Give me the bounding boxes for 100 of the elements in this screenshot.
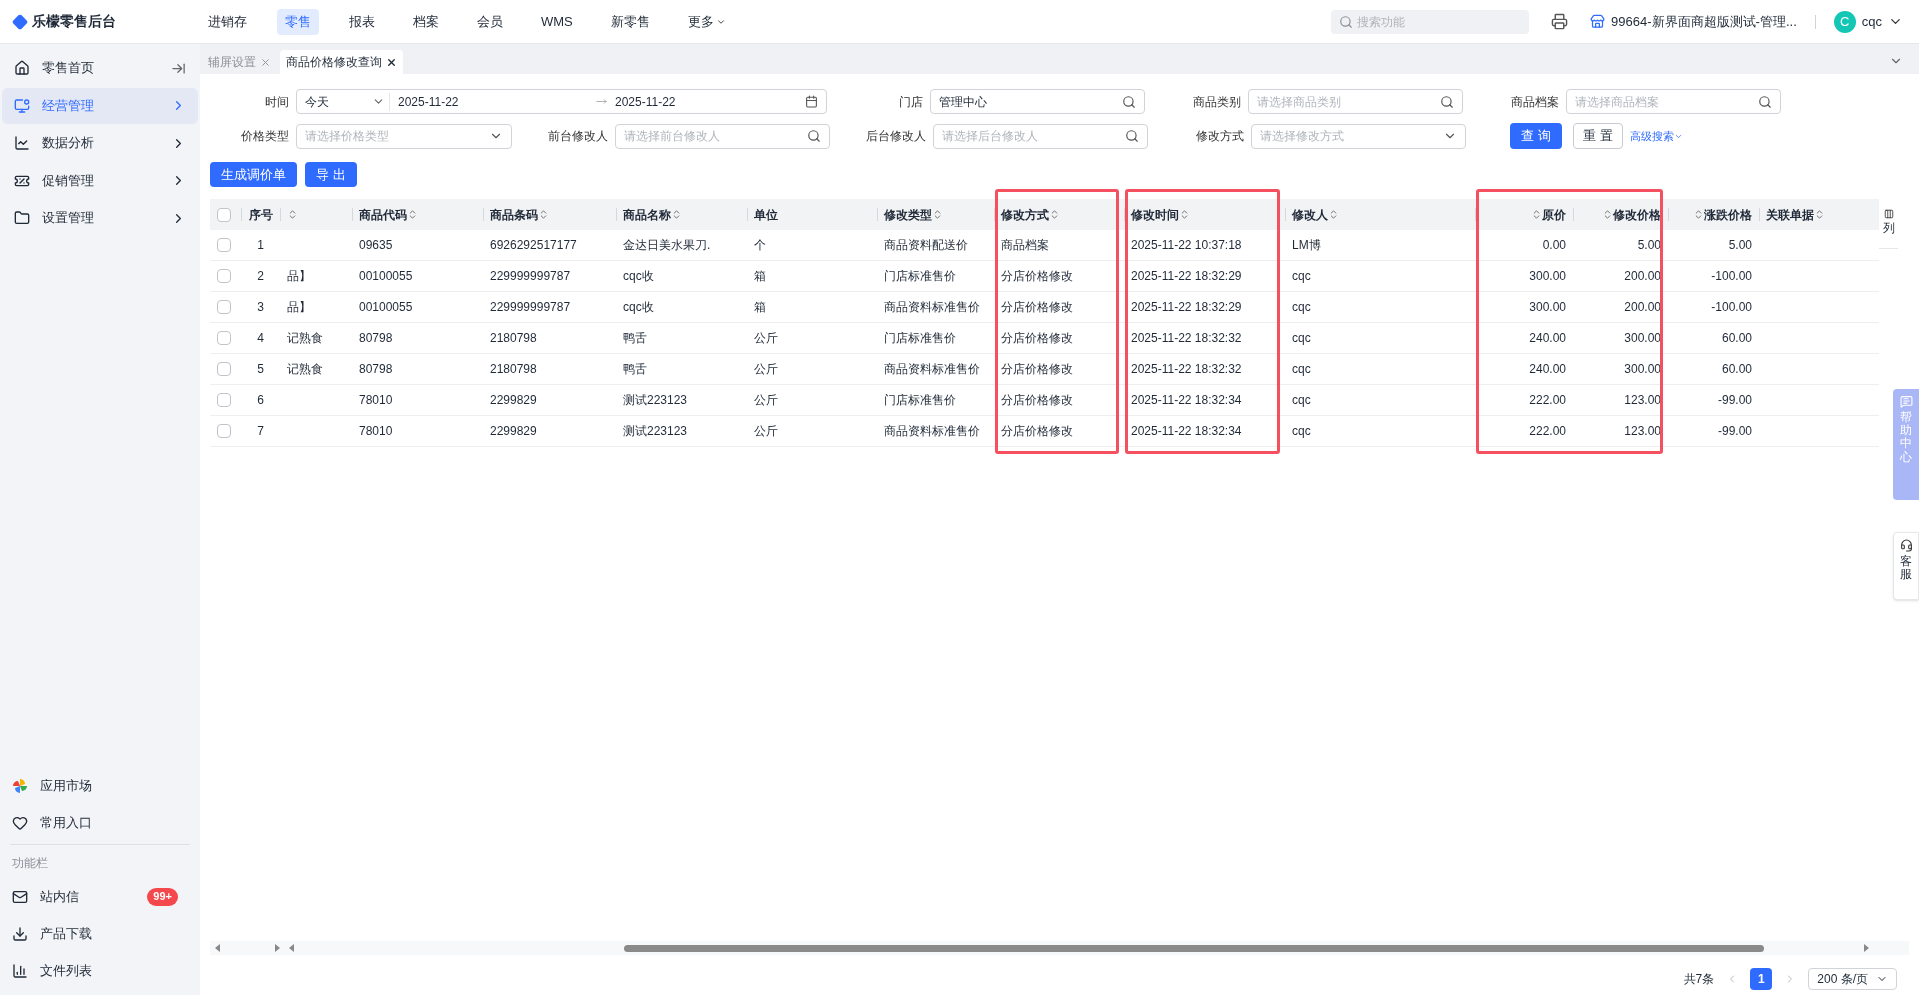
nav-tab[interactable]: 档案 — [405, 8, 447, 35]
sort-icon[interactable] — [407, 209, 418, 220]
user-name[interactable]: cqc — [1861, 11, 1882, 32]
close-icon[interactable] — [386, 56, 397, 68]
checkbox[interactable] — [217, 331, 231, 345]
sort-icon[interactable] — [1814, 209, 1825, 220]
table-cell-text: 1 — [257, 237, 264, 254]
sidebar-item[interactable]: 经营管理 — [2, 87, 198, 124]
sidebar-item[interactable]: 产品下载 — [0, 915, 200, 952]
sidebar-item[interactable]: 常用入口 — [0, 804, 200, 841]
page-button[interactable]: 1 — [1750, 968, 1773, 990]
table-cell-text: 4 — [257, 330, 264, 347]
nav-tab[interactable]: 零售 — [277, 8, 319, 35]
nav-tab[interactable]: 报表 — [341, 8, 383, 35]
table-cell-text: 分店价格修改 — [1001, 268, 1073, 285]
table-cell-text: 5.00 — [1637, 237, 1661, 254]
printer-icon[interactable] — [1551, 13, 1569, 30]
sidebar-item[interactable]: 促销管理 — [2, 162, 198, 199]
house-icon — [14, 60, 30, 76]
sidebar-item[interactable]: 文件列表 — [0, 952, 200, 989]
table-cell-text: 80798 — [359, 330, 393, 347]
customer-service-tab[interactable]: 客服 — [1893, 532, 1919, 600]
pinwheel-icon — [12, 777, 28, 794]
table-cell-text: 公斤 — [754, 361, 778, 378]
preset-value[interactable]: 今天 — [305, 92, 329, 111]
table-cell-text: 123.00 — [1624, 392, 1661, 409]
action-button[interactable]: 导 出 — [305, 162, 357, 187]
search-icon — [807, 129, 821, 143]
sidebar-item[interactable]: 数据分析 — [2, 125, 198, 161]
checkbox[interactable] — [217, 300, 231, 314]
sort-icon[interactable] — [671, 209, 682, 220]
store-name[interactable]: 99664-新界面商超版测试-管理... — [1611, 11, 1797, 32]
table-cell-text: cqc — [1292, 268, 1311, 285]
checkbox[interactable] — [217, 424, 231, 438]
sort-icon[interactable] — [1049, 209, 1060, 220]
table-cell-text: 2025-11-22 10:37:18 — [1131, 237, 1242, 254]
page-size-select[interactable]: 200 条/页 — [1808, 968, 1897, 990]
sidebar-item[interactable]: 站内信 99+ — [0, 878, 200, 915]
sort-icon[interactable] — [1328, 209, 1339, 220]
table-cell-text: 229999999787 — [490, 299, 571, 316]
sort-icon[interactable] — [1602, 209, 1613, 220]
reset-button[interactable]: 重 置 — [1573, 123, 1623, 149]
query-button[interactable]: 查 询 — [1510, 123, 1562, 149]
action-button[interactable]: 生成调价单 — [210, 162, 297, 187]
column-settings-button[interactable]: 列 — [1879, 209, 1898, 249]
sort-icon[interactable] — [1531, 209, 1542, 220]
date-range-field[interactable]: 今天 2025-11-22 2025-11-22 — [296, 89, 827, 114]
download-icon — [12, 925, 28, 942]
column-header: 修改人 — [1292, 206, 1328, 224]
table-cell-text: 2025-11-22 18:32:32 — [1131, 361, 1242, 378]
advanced-search-link[interactable]: 高级搜索 — [1630, 127, 1683, 145]
search-field[interactable]: 管理中心 — [930, 89, 1145, 114]
sidebar-item[interactable]: 应用市场 — [0, 767, 200, 804]
nav-tab[interactable]: 更多 — [679, 8, 734, 35]
nav-tab[interactable]: 会员 — [469, 8, 511, 35]
sort-icon[interactable] — [1693, 209, 1704, 220]
nav-tab[interactable]: 新零售 — [602, 8, 658, 35]
table-cell-text: 测试223123 — [623, 423, 688, 440]
table-cell-text: 商品档案 — [1001, 237, 1049, 254]
sort-icon[interactable] — [538, 209, 549, 220]
checkbox[interactable] — [217, 207, 231, 222]
table-cell-text: cqc — [1292, 423, 1311, 440]
column-header: 商品条码 — [490, 206, 538, 224]
folder-icon — [14, 210, 30, 226]
table-cell-text: cqc — [1292, 330, 1311, 347]
table-cell-text: 分店价格修改 — [1001, 330, 1073, 347]
table-cell-text: cqc收 — [623, 299, 654, 316]
table-cell-text: 门店标准售价 — [884, 268, 956, 285]
table-cell-text: 2025-11-22 18:32:34 — [1131, 392, 1242, 409]
table-cell-text: 80798 — [359, 361, 393, 378]
checkbox[interactable] — [217, 238, 231, 252]
checkbox[interactable] — [217, 393, 231, 407]
sidebar-item[interactable]: 零售首页 — [2, 50, 198, 86]
checkbox[interactable] — [217, 362, 231, 376]
start-date[interactable]: 2025-11-22 — [398, 92, 588, 111]
table-cell-text: LM博 — [1292, 237, 1321, 254]
column-header: 修改时间 — [1131, 206, 1179, 224]
sort-icon[interactable] — [1179, 209, 1190, 220]
mail-icon — [12, 888, 28, 905]
table-cell-text: 7 — [257, 423, 264, 440]
table-cell-text: 123.00 — [1624, 423, 1661, 440]
search-icon — [1122, 94, 1136, 109]
checkbox[interactable] — [217, 269, 231, 283]
app-logo-text: 乐檬零售后台 — [32, 12, 116, 31]
table-cell-text: -99.00 — [1717, 392, 1752, 409]
nav-tab[interactable]: 进销存 — [200, 8, 255, 35]
table-cell-text: 200.00 — [1624, 268, 1661, 285]
page-tab[interactable]: 商品价格修改查询 — [280, 50, 403, 74]
table-cell-text: 229999999787 — [490, 268, 571, 285]
sort-icon[interactable] — [932, 209, 943, 220]
column-header: 单位 — [754, 206, 778, 224]
logo-icon — [12, 13, 28, 30]
sidebar-item[interactable]: 设置管理 — [2, 200, 198, 236]
table-cell-text: 箱 — [754, 268, 766, 285]
end-date[interactable]: 2025-11-22 — [615, 92, 797, 111]
nav-tab[interactable]: WMS — [533, 8, 581, 35]
sort-icon[interactable] — [287, 209, 298, 220]
table-cell-text: 78010 — [359, 392, 393, 409]
table-cell-text: 2025-11-22 18:32:29 — [1131, 299, 1242, 316]
horizontal-scrollbar[interactable] — [210, 941, 1909, 955]
